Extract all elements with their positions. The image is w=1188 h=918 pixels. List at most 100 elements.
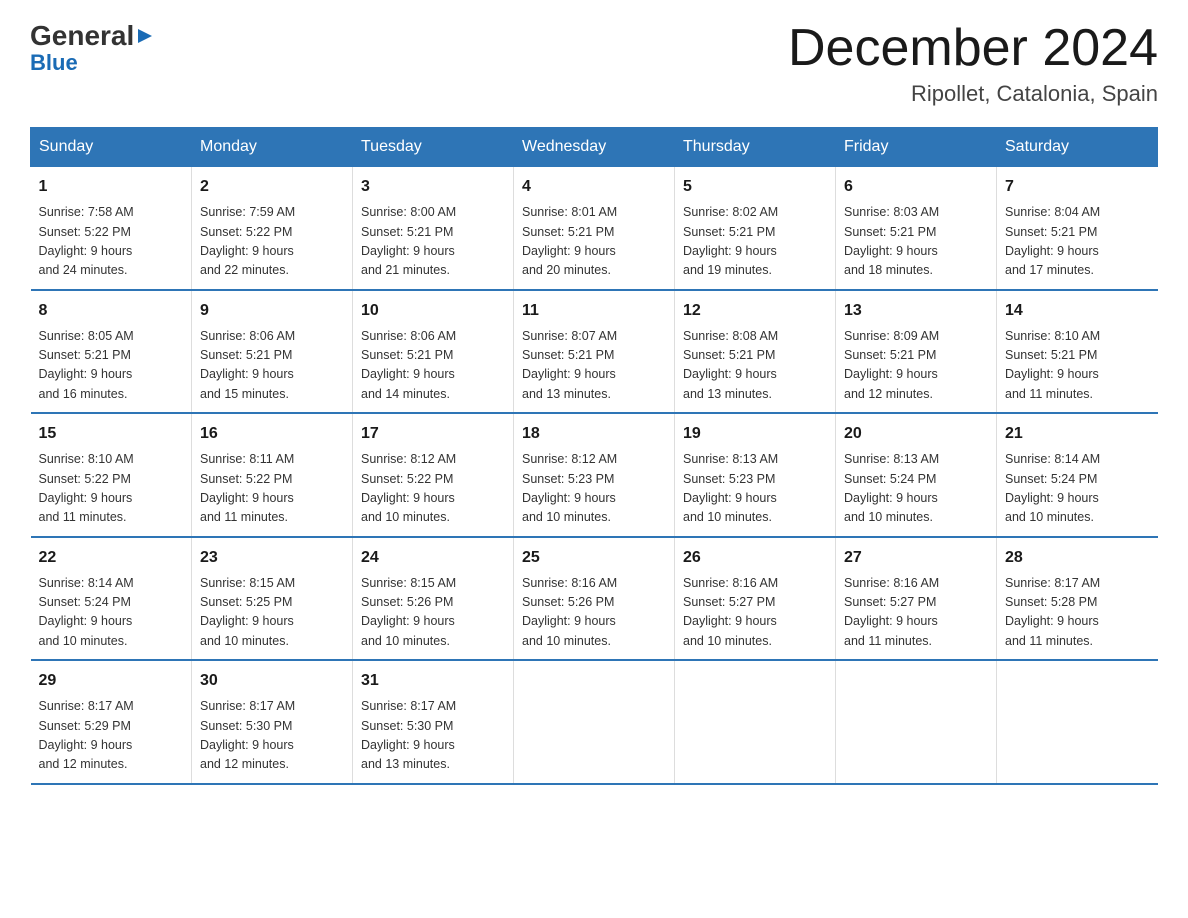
day-info: Sunrise: 8:16 AM Sunset: 5:26 PM Dayligh… — [522, 574, 666, 652]
day-info: Sunrise: 8:17 AM Sunset: 5:28 PM Dayligh… — [1005, 574, 1150, 652]
calendar-cell: 2 Sunrise: 7:59 AM Sunset: 5:22 PM Dayli… — [192, 167, 353, 290]
logo-general-text: General — [30, 20, 134, 52]
day-number: 15 — [39, 422, 184, 446]
day-number: 5 — [683, 175, 827, 199]
calendar-cell: 14 Sunrise: 8:10 AM Sunset: 5:21 PM Dayl… — [997, 290, 1158, 414]
calendar-cell — [514, 660, 675, 784]
day-number: 25 — [522, 546, 666, 570]
calendar-cell: 7 Sunrise: 8:04 AM Sunset: 5:21 PM Dayli… — [997, 167, 1158, 290]
page-header: General Blue December 2024 Ripollet, Cat… — [30, 20, 1158, 107]
calendar-header-row: SundayMondayTuesdayWednesdayThursdayFrid… — [31, 128, 1158, 167]
calendar-cell: 25 Sunrise: 8:16 AM Sunset: 5:26 PM Dayl… — [514, 537, 675, 661]
day-number: 17 — [361, 422, 505, 446]
calendar-cell: 9 Sunrise: 8:06 AM Sunset: 5:21 PM Dayli… — [192, 290, 353, 414]
day-info: Sunrise: 8:04 AM Sunset: 5:21 PM Dayligh… — [1005, 203, 1150, 281]
day-number: 19 — [683, 422, 827, 446]
calendar-cell: 28 Sunrise: 8:17 AM Sunset: 5:28 PM Dayl… — [997, 537, 1158, 661]
calendar-cell: 24 Sunrise: 8:15 AM Sunset: 5:26 PM Dayl… — [353, 537, 514, 661]
calendar-cell: 22 Sunrise: 8:14 AM Sunset: 5:24 PM Dayl… — [31, 537, 192, 661]
day-number: 27 — [844, 546, 988, 570]
header-saturday: Saturday — [997, 128, 1158, 167]
calendar-cell: 18 Sunrise: 8:12 AM Sunset: 5:23 PM Dayl… — [514, 413, 675, 537]
calendar-cell — [836, 660, 997, 784]
day-number: 6 — [844, 175, 988, 199]
day-info: Sunrise: 8:06 AM Sunset: 5:21 PM Dayligh… — [200, 327, 344, 405]
month-title: December 2024 — [788, 20, 1158, 77]
calendar-cell: 23 Sunrise: 8:15 AM Sunset: 5:25 PM Dayl… — [192, 537, 353, 661]
week-row-1: 1 Sunrise: 7:58 AM Sunset: 5:22 PM Dayli… — [31, 167, 1158, 290]
day-info: Sunrise: 7:59 AM Sunset: 5:22 PM Dayligh… — [200, 203, 344, 281]
day-info: Sunrise: 8:10 AM Sunset: 5:21 PM Dayligh… — [1005, 327, 1150, 405]
day-info: Sunrise: 8:12 AM Sunset: 5:23 PM Dayligh… — [522, 450, 666, 528]
day-number: 30 — [200, 669, 344, 693]
day-number: 28 — [1005, 546, 1150, 570]
calendar-cell: 21 Sunrise: 8:14 AM Sunset: 5:24 PM Dayl… — [997, 413, 1158, 537]
week-row-3: 15 Sunrise: 8:10 AM Sunset: 5:22 PM Dayl… — [31, 413, 1158, 537]
title-section: December 2024 Ripollet, Catalonia, Spain — [788, 20, 1158, 107]
day-info: Sunrise: 8:10 AM Sunset: 5:22 PM Dayligh… — [39, 450, 184, 528]
day-number: 23 — [200, 546, 344, 570]
day-info: Sunrise: 8:14 AM Sunset: 5:24 PM Dayligh… — [1005, 450, 1150, 528]
header-wednesday: Wednesday — [514, 128, 675, 167]
day-number: 10 — [361, 299, 505, 323]
location-title: Ripollet, Catalonia, Spain — [788, 81, 1158, 107]
day-info: Sunrise: 8:13 AM Sunset: 5:23 PM Dayligh… — [683, 450, 827, 528]
day-info: Sunrise: 8:07 AM Sunset: 5:21 PM Dayligh… — [522, 327, 666, 405]
calendar-cell: 11 Sunrise: 8:07 AM Sunset: 5:21 PM Dayl… — [514, 290, 675, 414]
header-monday: Monday — [192, 128, 353, 167]
day-info: Sunrise: 8:08 AM Sunset: 5:21 PM Dayligh… — [683, 327, 827, 405]
calendar-table: SundayMondayTuesdayWednesdayThursdayFrid… — [30, 127, 1158, 785]
day-number: 1 — [39, 175, 184, 199]
day-info: Sunrise: 8:01 AM Sunset: 5:21 PM Dayligh… — [522, 203, 666, 281]
calendar-cell: 5 Sunrise: 8:02 AM Sunset: 5:21 PM Dayli… — [675, 167, 836, 290]
calendar-cell — [675, 660, 836, 784]
calendar-cell: 31 Sunrise: 8:17 AM Sunset: 5:30 PM Dayl… — [353, 660, 514, 784]
day-info: Sunrise: 8:00 AM Sunset: 5:21 PM Dayligh… — [361, 203, 505, 281]
day-info: Sunrise: 7:58 AM Sunset: 5:22 PM Dayligh… — [39, 203, 184, 281]
calendar-cell: 3 Sunrise: 8:00 AM Sunset: 5:21 PM Dayli… — [353, 167, 514, 290]
day-number: 12 — [683, 299, 827, 323]
header-friday: Friday — [836, 128, 997, 167]
week-row-4: 22 Sunrise: 8:14 AM Sunset: 5:24 PM Dayl… — [31, 537, 1158, 661]
day-number: 20 — [844, 422, 988, 446]
day-number: 18 — [522, 422, 666, 446]
day-info: Sunrise: 8:17 AM Sunset: 5:29 PM Dayligh… — [39, 697, 184, 775]
day-info: Sunrise: 8:03 AM Sunset: 5:21 PM Dayligh… — [844, 203, 988, 281]
logo: General Blue — [30, 20, 156, 76]
day-number: 21 — [1005, 422, 1150, 446]
calendar-cell: 13 Sunrise: 8:09 AM Sunset: 5:21 PM Dayl… — [836, 290, 997, 414]
day-number: 29 — [39, 669, 184, 693]
day-info: Sunrise: 8:09 AM Sunset: 5:21 PM Dayligh… — [844, 327, 988, 405]
day-info: Sunrise: 8:16 AM Sunset: 5:27 PM Dayligh… — [683, 574, 827, 652]
calendar-cell: 1 Sunrise: 7:58 AM Sunset: 5:22 PM Dayli… — [31, 167, 192, 290]
day-info: Sunrise: 8:17 AM Sunset: 5:30 PM Dayligh… — [200, 697, 344, 775]
header-tuesday: Tuesday — [353, 128, 514, 167]
calendar-cell: 10 Sunrise: 8:06 AM Sunset: 5:21 PM Dayl… — [353, 290, 514, 414]
calendar-cell: 4 Sunrise: 8:01 AM Sunset: 5:21 PM Dayli… — [514, 167, 675, 290]
day-number: 4 — [522, 175, 666, 199]
calendar-cell: 15 Sunrise: 8:10 AM Sunset: 5:22 PM Dayl… — [31, 413, 192, 537]
day-info: Sunrise: 8:13 AM Sunset: 5:24 PM Dayligh… — [844, 450, 988, 528]
day-number: 9 — [200, 299, 344, 323]
day-info: Sunrise: 8:12 AM Sunset: 5:22 PM Dayligh… — [361, 450, 505, 528]
day-number: 16 — [200, 422, 344, 446]
day-info: Sunrise: 8:11 AM Sunset: 5:22 PM Dayligh… — [200, 450, 344, 528]
day-number: 2 — [200, 175, 344, 199]
logo-blue-text: Blue — [30, 50, 78, 76]
calendar-cell — [997, 660, 1158, 784]
calendar-cell: 20 Sunrise: 8:13 AM Sunset: 5:24 PM Dayl… — [836, 413, 997, 537]
calendar-cell: 26 Sunrise: 8:16 AM Sunset: 5:27 PM Dayl… — [675, 537, 836, 661]
calendar-cell: 8 Sunrise: 8:05 AM Sunset: 5:21 PM Dayli… — [31, 290, 192, 414]
day-number: 8 — [39, 299, 184, 323]
day-number: 11 — [522, 299, 666, 323]
calendar-cell: 29 Sunrise: 8:17 AM Sunset: 5:29 PM Dayl… — [31, 660, 192, 784]
day-info: Sunrise: 8:02 AM Sunset: 5:21 PM Dayligh… — [683, 203, 827, 281]
week-row-2: 8 Sunrise: 8:05 AM Sunset: 5:21 PM Dayli… — [31, 290, 1158, 414]
day-info: Sunrise: 8:14 AM Sunset: 5:24 PM Dayligh… — [39, 574, 184, 652]
day-number: 24 — [361, 546, 505, 570]
day-info: Sunrise: 8:05 AM Sunset: 5:21 PM Dayligh… — [39, 327, 184, 405]
calendar-cell: 19 Sunrise: 8:13 AM Sunset: 5:23 PM Dayl… — [675, 413, 836, 537]
day-info: Sunrise: 8:06 AM Sunset: 5:21 PM Dayligh… — [361, 327, 505, 405]
day-number: 26 — [683, 546, 827, 570]
calendar-cell: 16 Sunrise: 8:11 AM Sunset: 5:22 PM Dayl… — [192, 413, 353, 537]
